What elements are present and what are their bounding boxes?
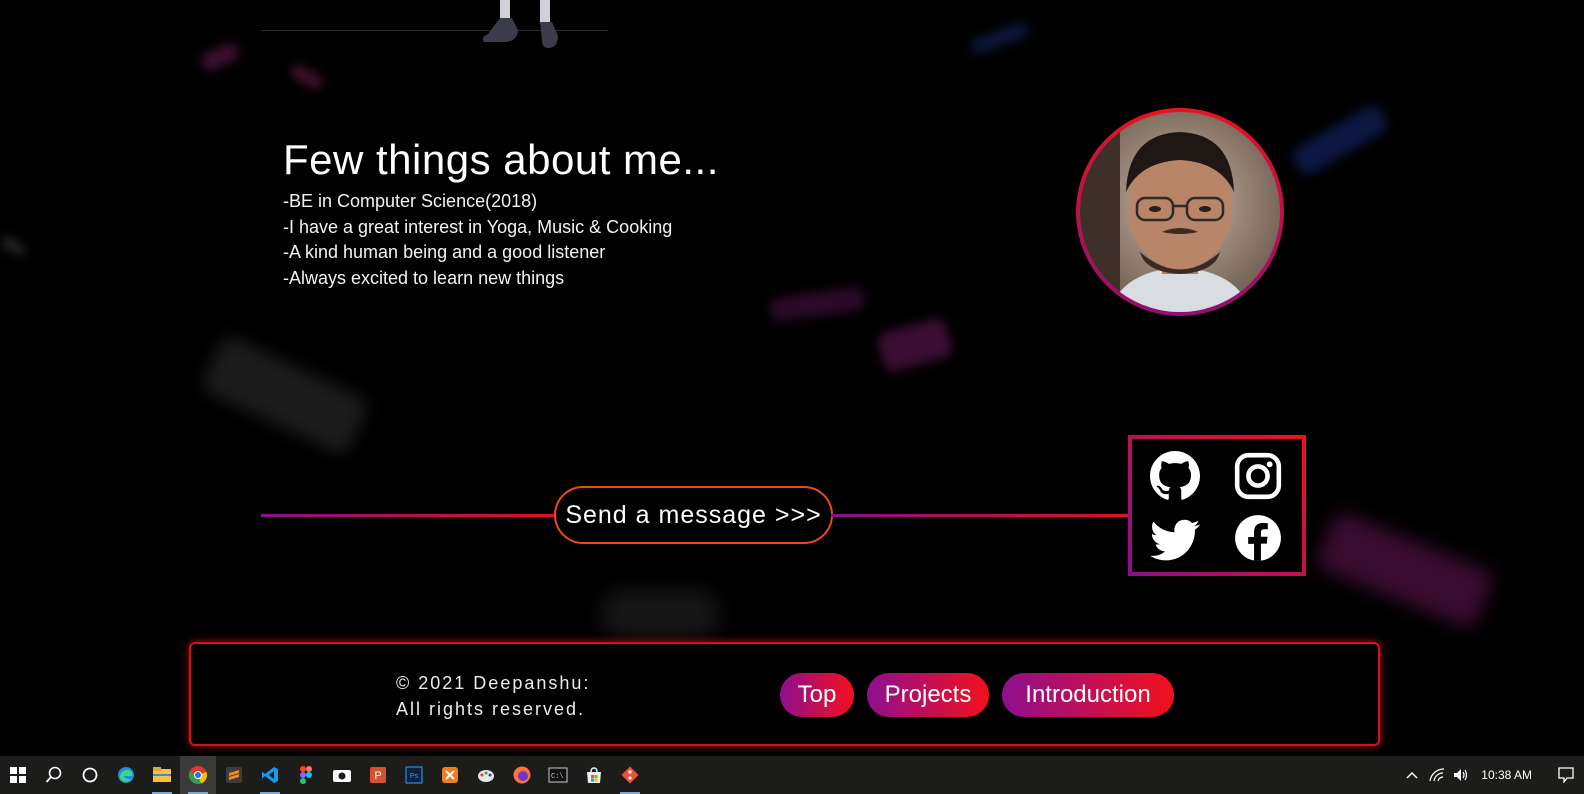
about-list: -BE in Computer Science(2018) -I have a … [283, 189, 983, 292]
figma-icon[interactable] [288, 756, 324, 794]
about-item: -Always excited to learn new things [283, 268, 565, 289]
background-decoration [876, 316, 954, 374]
about-heading: Few things about me... [283, 136, 719, 183]
terminal-icon[interactable]: C:\ [540, 756, 576, 794]
wifi-icon[interactable] [1425, 768, 1449, 782]
windows-taskbar: P Ps C:\ 10:38 AM [0, 756, 1584, 794]
search-icon[interactable] [36, 756, 72, 794]
clock[interactable]: 10:38 AM [1481, 768, 1532, 782]
volume-icon[interactable] [1449, 768, 1473, 782]
chevron-up-icon[interactable] [1399, 771, 1425, 779]
background-decoration [1314, 510, 1496, 630]
copyright: © 2021 Deepanshu: All rights reserved. [396, 670, 590, 722]
notification-icon[interactable] [1548, 767, 1584, 783]
profile-photo [1076, 108, 1284, 316]
xampp-icon[interactable] [432, 756, 468, 794]
nav-introduction-button[interactable]: Introduction [1002, 673, 1174, 717]
about-item: -BE in Computer Science(2018) [283, 191, 538, 211]
chrome-icon[interactable] [180, 756, 216, 794]
background-decoration [198, 40, 242, 74]
background-decoration [1289, 102, 1391, 178]
about-item: -A kind human being and a good listener [283, 242, 606, 263]
edge-icon[interactable] [108, 756, 144, 794]
divider-line-right [831, 514, 1131, 517]
copyright-line: © 2021 Deepanshu: [396, 673, 591, 693]
file-explorer-icon[interactable] [144, 756, 180, 794]
background-decoration [288, 62, 326, 92]
system-tray: 10:38 AM [1399, 756, 1584, 794]
profile-photo-image [1080, 112, 1280, 312]
powerpoint-icon[interactable]: P [360, 756, 396, 794]
background-decoration [199, 334, 371, 456]
nav-projects-button[interactable]: Projects [867, 673, 989, 717]
nav-top-button[interactable]: Top [780, 673, 854, 717]
page: Few things about me... -BE in Computer S… [0, 0, 1584, 756]
photoshop-icon[interactable]: Ps [396, 756, 432, 794]
camera-icon[interactable] [324, 756, 360, 794]
github-icon[interactable] [1150, 451, 1200, 501]
paint-icon[interactable] [468, 756, 504, 794]
sublime-icon[interactable] [216, 756, 252, 794]
social-links-box [1128, 435, 1306, 576]
about-item: -I have a great interest in Yoga, Music … [283, 216, 673, 237]
background-decoration [0, 234, 28, 258]
illustration-figure-feet [478, 0, 568, 54]
store-icon[interactable] [576, 756, 612, 794]
vscode-icon[interactable] [252, 756, 288, 794]
svg-text:Ps: Ps [410, 773, 419, 780]
footer: © 2021 Deepanshu: All rights reserved. T… [189, 642, 1380, 746]
send-message-button[interactable]: Send a message >>> [554, 486, 833, 544]
background-decoration [600, 590, 720, 638]
git-icon[interactable] [612, 756, 648, 794]
background-decoration [969, 20, 1031, 56]
about-section: Few things about me... -BE in Computer S… [283, 135, 983, 292]
cortana-icon[interactable] [72, 756, 108, 794]
facebook-icon[interactable] [1233, 513, 1283, 563]
svg-text:P: P [374, 770, 381, 782]
firefox-icon[interactable] [504, 756, 540, 794]
twitter-icon[interactable] [1150, 515, 1200, 565]
instagram-icon[interactable] [1233, 451, 1283, 501]
copyright-line: All rights reserved. [396, 699, 586, 719]
start-icon[interactable] [0, 756, 36, 794]
svg-text:C:\: C:\ [551, 773, 564, 781]
divider-line-left [261, 514, 556, 517]
